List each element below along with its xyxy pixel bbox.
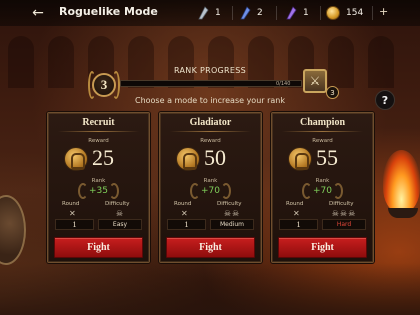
round-value: 1 [55,219,94,230]
mode-card-gladiator: Gladiator Reward 50 Rank +70 Round Diffi… [159,112,262,263]
rank-gain: +70 [201,186,220,196]
currency-gold-coin: 154 [326,5,363,21]
round-label: Round [174,201,192,207]
rank-reward-badge: 3 [326,86,339,99]
reward-value: 50 [204,145,226,170]
reward-label: Reward [312,138,333,144]
round-label: Round [62,201,80,207]
purple-crystal-count: 1 [303,8,309,18]
fight-button-gladiator[interactable]: Fight [166,237,255,258]
mode-card-recruit: Recruit Reward 25 Rank +35 Round Difficu… [47,112,150,263]
fight-button-recruit[interactable]: Fight [54,237,143,258]
difficulty-value: Easy [98,219,142,230]
rank-gain: +70 [313,186,332,196]
round-value: 1 [279,219,318,230]
silver-crystal-icon [196,6,210,20]
round-label: Round [286,201,304,207]
laurel-right-icon [112,71,120,99]
rank-label: Rank [315,178,330,184]
currency-purple-crystal: 1 [284,5,309,21]
rank-progress-title: RANK PROGRESS [173,66,247,75]
currency-silver-crystal: 1 [196,5,221,21]
purple-crystal-icon [284,6,298,20]
difficulty-skull-icons: ☠☠☠ [331,209,357,218]
difficulty-skull-icons: ☠☠ [223,209,241,218]
reward-label: Reward [200,138,221,144]
blue-crystal-icon [238,6,252,20]
mode-title: Recruit [82,117,115,128]
difficulty-label: Difficulty [217,201,242,207]
wreath-right-icon [109,183,119,199]
difficulty-value: Medium [210,219,254,230]
wreath-right-icon [221,183,231,199]
mode-title: Champion [299,117,345,128]
difficulty-label: Difficulty [329,201,354,207]
difficulty-skull-icons: ☠ [115,209,125,218]
rank-progress-count: 0/140 [276,81,291,87]
page-title: Roguelike Mode [59,5,158,18]
mode-card-champion: Champion Reward 55 Rank +70 Round Diffic… [271,112,374,263]
difficulty-label: Difficulty [105,201,130,207]
rank-reward-chest-icon[interactable]: ⚔ [303,69,327,93]
brazier [388,208,418,218]
back-arrow-icon[interactable]: ← [29,5,47,21]
gladiator-helmet-medal-icon [288,147,312,171]
wreath-right-icon [333,183,343,199]
help-button[interactable]: ? [375,90,395,110]
arena-floor [0,263,420,315]
gold-coin-count: 154 [346,8,364,18]
add-currency-button[interactable]: + [379,5,388,18]
brazier-fire [383,150,420,212]
round-value: 1 [167,219,206,230]
mode-title: Gladiator [189,117,232,128]
rank-gain: +35 [89,186,108,196]
rank-progress-bar [120,80,302,87]
gladiator-helmet-medal-icon [176,147,200,171]
blue-crystal-count: 2 [257,8,263,18]
rank-label: Rank [203,178,218,184]
crossed-swords-icon: ✕ [69,209,76,218]
fight-button-champion[interactable]: Fight [278,237,367,258]
crossed-swords-icon: ✕ [293,209,300,218]
shield-decoration [0,195,26,265]
gladiator-helmet-medal-icon [64,147,88,171]
top-bar: ← Roguelike Mode 1 2 1 154 + [0,0,420,26]
rank-label: Rank [91,178,106,184]
reward-value: 25 [92,145,114,170]
currency-blue-crystal: 2 [238,5,263,21]
gold-coin-icon [326,6,340,20]
reward-label: Reward [88,138,109,144]
silver-crystal-count: 1 [215,8,221,18]
difficulty-value: Hard [322,219,366,230]
rank-subtitle: Choose a mode to increase your rank [134,96,285,105]
reward-value: 55 [316,145,338,170]
crossed-swords-icon: ✕ [181,209,188,218]
